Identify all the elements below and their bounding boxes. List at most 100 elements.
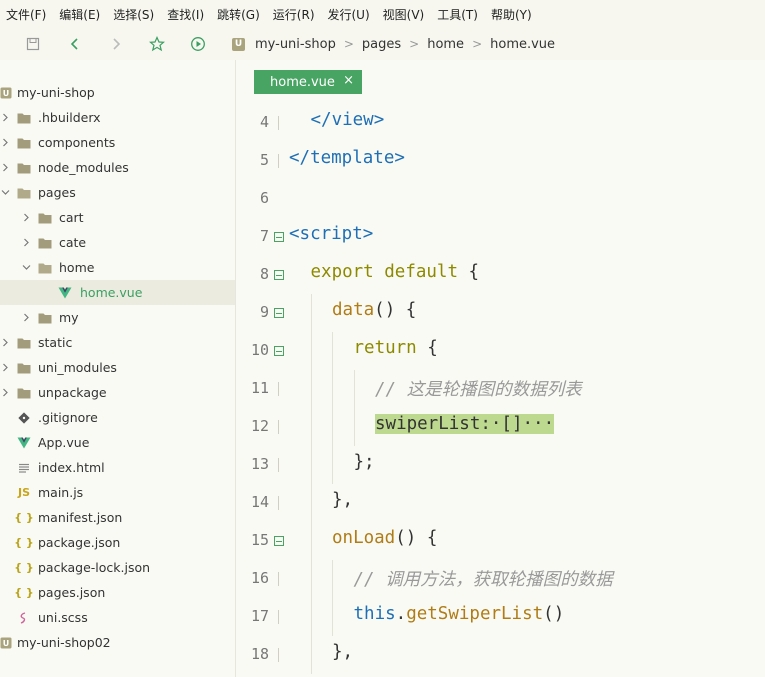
indent-guide <box>332 332 333 370</box>
tree-item-label: .hbuilderx <box>38 110 101 125</box>
menu-item-5[interactable]: 运行(R) <box>273 6 315 23</box>
tree-item[interactable]: .gitignore <box>0 405 235 430</box>
tree-item[interactable]: Umy-uni-shop <box>0 80 235 105</box>
tree-item[interactable]: { } package.json <box>0 530 235 555</box>
tree-item[interactable]: uni_modules <box>0 355 235 380</box>
chevron-right-icon[interactable] <box>0 113 10 123</box>
tree-item[interactable]: .hbuilderx <box>0 105 235 130</box>
menu-item-1[interactable]: 编辑(E) <box>59 6 100 23</box>
tree-item[interactable]: pages <box>0 180 235 205</box>
breadcrumb-file[interactable]: home.vue <box>490 37 555 52</box>
chevron-right-icon[interactable] <box>0 138 10 148</box>
chevron-right-icon[interactable] <box>21 313 31 323</box>
chevron-down-icon[interactable] <box>21 263 31 273</box>
fold-toggle-icon[interactable] <box>274 536 284 546</box>
tree-item[interactable]: cate <box>0 230 235 255</box>
tree-item[interactable]: unpackage <box>0 380 235 405</box>
menu-item-9[interactable]: 帮助(Y) <box>491 6 532 23</box>
fold-toggle-icon[interactable] <box>274 308 284 318</box>
code-text: return { <box>354 338 438 358</box>
menu-item-3[interactable]: 查找(I) <box>167 6 204 23</box>
code-line[interactable]: 8 export default { <box>237 256 765 294</box>
code-editor[interactable]: home.vue × 4 </view> 5 </template> 6 7 <script… <box>237 60 765 677</box>
chevron-right-icon[interactable] <box>0 363 10 373</box>
code-line[interactable]: 9 data() { <box>237 294 765 332</box>
menu-item-8[interactable]: 工具(T) <box>437 6 478 23</box>
indent-guide <box>310 560 312 598</box>
tree-item[interactable]: index.html <box>0 455 235 480</box>
tab-home-vue[interactable]: home.vue × <box>254 70 362 94</box>
tree-item[interactable]: Umy-uni-shop02 <box>0 630 235 655</box>
chevron-left-icon <box>70 38 78 50</box>
code-line[interactable]: 11 // 这是轮播图的数据列表 <box>237 370 765 408</box>
code-line[interactable]: 7 <script> <box>237 218 765 256</box>
menu-bar: 文件(F) 编辑(E) 选择(S) 查找(I) 跳转(G) 运行(R) 发行(U) 视图(V)… <box>0 0 765 28</box>
folder-icon <box>16 161 32 175</box>
breadcrumb-folder[interactable]: pages <box>362 37 401 52</box>
breadcrumb-project[interactable]: my-uni-shop <box>255 37 336 52</box>
chevron-down-icon[interactable] <box>0 188 10 198</box>
save-button[interactable] <box>22 33 44 55</box>
menu-item-4[interactable]: 跳转(G) <box>217 6 260 23</box>
code-line[interactable]: 14}, <box>237 484 765 522</box>
close-icon[interactable]: × <box>343 73 354 88</box>
menu-item-7[interactable]: 视图(V) <box>383 6 425 23</box>
chevron-right-icon[interactable] <box>0 388 10 398</box>
project-icon: U <box>0 86 14 100</box>
tree-item-label: .gitignore <box>38 410 98 425</box>
tree-item[interactable]: cart <box>0 205 235 230</box>
code-text: export default { <box>311 262 480 282</box>
back-button[interactable] <box>64 33 86 55</box>
code-token: () <box>543 604 565 624</box>
tree-item[interactable]: { } manifest.json <box>0 505 235 530</box>
tree-item[interactable]: home <box>0 255 235 280</box>
code-line[interactable]: 16 // 调用方法，获取轮播图的数据 <box>237 560 765 598</box>
folder-icon <box>16 336 32 350</box>
indent-guide <box>353 370 355 408</box>
folder-icon <box>16 136 32 150</box>
menu-item-6[interactable]: 发行(U) <box>328 6 370 23</box>
chevron-right-icon[interactable] <box>21 213 31 223</box>
fold-toggle-icon[interactable] <box>274 232 284 242</box>
tree-item[interactable]: node_modules <box>0 155 235 180</box>
tree-item[interactable]: App.vue <box>0 430 235 455</box>
json-file-icon: { } <box>14 561 34 574</box>
chevron-right-icon <box>113 38 121 50</box>
code-line[interactable]: 12 swiperList:·[]··· <box>237 408 765 446</box>
code-line[interactable]: 5 </template> <box>237 142 765 180</box>
menu-item-2[interactable]: 选择(S) <box>113 6 154 23</box>
breadcrumb-subfolder[interactable]: home <box>427 37 464 52</box>
line-number: 9 <box>259 303 269 321</box>
code-line[interactable]: 10 return { <box>237 332 765 370</box>
indent-guide <box>332 598 333 636</box>
code-line[interactable]: 4 </view> <box>237 104 765 142</box>
fold-toggle-icon[interactable] <box>274 346 284 356</box>
run-button[interactable] <box>187 33 209 55</box>
fold-toggle-icon[interactable] <box>274 270 284 280</box>
tree-item[interactable]: { } pages.json <box>0 580 235 605</box>
code-line[interactable]: 17 this.getSwiperList() <box>237 598 765 636</box>
forward-button[interactable] <box>105 33 127 55</box>
tree-item-label: my-uni-shop <box>17 85 95 100</box>
tree-item[interactable]: uni.scss <box>0 605 235 630</box>
tree-item[interactable]: { } package-lock.json <box>0 555 235 580</box>
code-text: data() { <box>332 300 416 320</box>
code-line[interactable]: 6 <box>237 180 765 218</box>
chevron-right-icon[interactable] <box>0 338 10 348</box>
tree-item-label: package.json <box>38 535 121 550</box>
chevron-right-icon[interactable] <box>21 238 31 248</box>
fold-guide <box>278 382 279 396</box>
code-line[interactable]: 15 onLoad() { <box>237 522 765 560</box>
favorite-button[interactable] <box>146 33 168 55</box>
tree-item[interactable]: JS main.js <box>0 480 235 505</box>
tree-item[interactable]: components <box>0 130 235 155</box>
chevron-right-icon[interactable] <box>0 163 10 173</box>
tree-item[interactable]: my <box>0 305 235 330</box>
project-explorer: Umy-uni-shop .hbuilderx components node_mod… <box>0 60 236 677</box>
code-text: </template> <box>289 148 405 168</box>
code-line[interactable]: 18}, <box>237 636 765 674</box>
code-line[interactable]: 13}; <box>237 446 765 484</box>
tree-item[interactable]: home.vue <box>0 280 235 305</box>
tree-item[interactable]: static <box>0 330 235 355</box>
menu-item-0[interactable]: 文件(F) <box>6 6 46 23</box>
